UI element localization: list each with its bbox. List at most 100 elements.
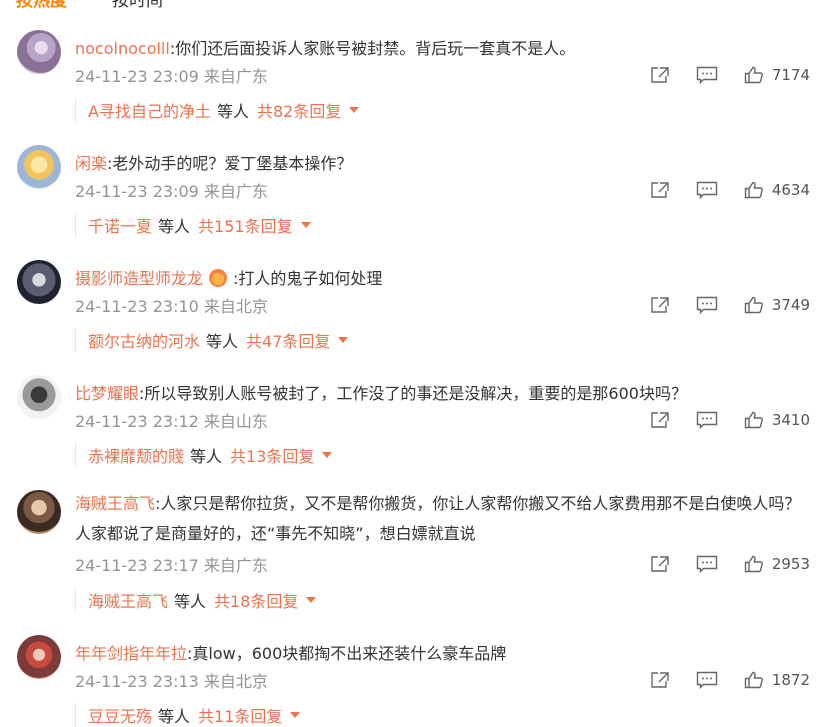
reply-count[interactable]: 共82条回复 — [257, 98, 341, 122]
avatar[interactable] — [17, 635, 61, 679]
comment-text: 摄影师造型师龙龙 :打人的鬼子如何处理 — [75, 266, 815, 292]
share-button[interactable] — [650, 671, 670, 689]
reply-button[interactable] — [696, 66, 718, 84]
like-button[interactable]: 4634 — [744, 181, 810, 199]
comment-item: 闲楽:老外动手的呢？爱丁堡基本操作？ 24-11-23 23:09 来自广东 4… — [0, 145, 830, 260]
reply-button[interactable] — [696, 181, 718, 199]
comment-username[interactable]: 海贼王高飞 — [75, 494, 155, 513]
reply-button[interactable] — [696, 296, 718, 314]
reply-etc-label: 等人 — [206, 332, 239, 351]
avatar[interactable] — [17, 260, 61, 304]
avatar[interactable] — [17, 375, 61, 419]
comment-text: 闲楽:老外动手的呢？爱丁堡基本操作？ — [75, 151, 815, 177]
like-button[interactable]: 1872 — [744, 671, 810, 689]
avatar[interactable] — [17, 490, 61, 534]
comment-username[interactable]: 闲楽 — [75, 154, 107, 173]
caret-down-icon[interactable] — [300, 222, 311, 228]
sort-by-hot-tab[interactable]: 按热度 — [16, 0, 67, 11]
comment-text: 年年剑指年年拉:真low，600块都掏不出来还装什么豪车品牌 — [75, 641, 815, 667]
reply-button[interactable] — [696, 671, 718, 689]
comment-text: 海贼王高飞:人家只是帮你拉货，又不是帮你搬货，你让人家帮你搬又不给人家费用那不是… — [75, 489, 815, 549]
like-button[interactable]: 2953 — [744, 555, 810, 573]
like-count: 1872 — [771, 671, 810, 689]
caret-down-icon[interactable] — [338, 337, 349, 343]
like-icon — [744, 66, 763, 84]
share-button[interactable] — [650, 181, 670, 199]
like-button[interactable]: 7174 — [744, 66, 810, 84]
reply-button[interactable] — [696, 411, 718, 429]
comment-body: :老外动手的呢？爱丁堡基本操作？ — [107, 154, 353, 173]
reply-count[interactable]: 共18条回复 — [214, 588, 298, 612]
comment-meta: 24-11-23 23:13 来自北京 — [75, 668, 268, 692]
replies-summary[interactable]: 海贼王高飞 等人 共18条回复 — [75, 588, 317, 612]
crown-badge-icon — [209, 269, 228, 287]
reply-etc-label: 等人 — [158, 217, 191, 236]
comment-actions: 7174 — [624, 63, 810, 87]
replies-summary[interactable]: 千诺一夏 等人 共151条回复 — [75, 213, 311, 237]
comment-username[interactable]: 比梦耀眼 — [75, 384, 139, 403]
share-button[interactable] — [650, 296, 670, 314]
comment-actions: 2953 — [624, 552, 810, 576]
reply-count[interactable]: 共47条回复 — [246, 328, 330, 352]
like-count: 2953 — [771, 555, 810, 573]
comment-actions: 3410 — [624, 408, 810, 432]
comment-actions: 4634 — [624, 178, 810, 202]
caret-down-icon[interactable] — [290, 712, 301, 718]
avatar[interactable] — [17, 145, 61, 189]
reply-count[interactable]: 共13条回复 — [230, 443, 314, 467]
reply-username[interactable]: A寻找自己的净土 — [88, 98, 211, 122]
like-icon — [744, 671, 763, 689]
comment-item: 海贼王高飞:人家只是帮你拉货，又不是帮你搬货，你让人家帮你搬又不给人家费用那不是… — [0, 490, 830, 625]
reply-username[interactable]: 赤裸靡颓的賤 — [88, 443, 184, 467]
like-button[interactable]: 3410 — [744, 411, 810, 429]
comment-username[interactable]: 摄影师造型师龙龙 — [75, 269, 203, 288]
comment-icon — [696, 411, 718, 429]
comment-date: 24-11-23 23:17 — [75, 556, 199, 575]
share-icon — [651, 182, 669, 198]
caret-down-icon[interactable] — [322, 452, 333, 458]
comment-item: 比梦耀眼:所以导致别人账号被封了，工作没了的事还是没解决，重要的是那600块吗？… — [0, 375, 830, 490]
caret-down-icon[interactable] — [306, 597, 317, 603]
like-count: 7174 — [771, 66, 810, 84]
comment-date: 24-11-23 23:10 — [75, 297, 199, 316]
replies-summary[interactable]: A寻找自己的净土 等人 共82条回复 — [75, 98, 360, 122]
share-button[interactable] — [650, 555, 670, 573]
comment-actions: 1872 — [624, 668, 810, 692]
reply-count[interactable]: 共11条回复 — [198, 703, 282, 727]
sort-by-time-tab[interactable]: 按时间 — [112, 0, 163, 11]
comment-body: :所以导致别人账号被封了，工作没了的事还是没解决，重要的是那600块吗？ — [139, 384, 687, 403]
reply-username[interactable]: 海贼王高飞 — [88, 588, 168, 612]
comment-meta: 24-11-23 23:17 来自广东 — [75, 552, 268, 576]
comment-date: 24-11-23 23:09 — [75, 67, 199, 86]
comment-username[interactable]: 年年剑指年年拉 — [75, 644, 187, 663]
comment-username[interactable]: nocolnocolll — [75, 39, 170, 58]
comment-item: nocolnocolll:你们还后面投诉人家账号被封禁。背后玩一套真不是人。 2… — [0, 30, 830, 145]
like-button[interactable]: 3749 — [744, 296, 810, 314]
comment-icon — [696, 296, 718, 314]
reply-username[interactable]: 千诺一夏 — [88, 213, 152, 237]
avatar[interactable] — [17, 30, 61, 74]
comment-meta: 24-11-23 23:12 来自山东 — [75, 408, 268, 432]
share-button[interactable] — [650, 66, 670, 84]
reply-count[interactable]: 共151条回复 — [198, 213, 293, 237]
reply-username[interactable]: 额尔古纳的河水 — [88, 328, 200, 352]
replies-summary[interactable]: 赤裸靡颓的賤 等人 共13条回复 — [75, 443, 333, 467]
reply-etc-label: 等人 — [174, 592, 207, 611]
comment-item: 摄影师造型师龙龙 :打人的鬼子如何处理 24-11-23 23:10 来自北京 3… — [0, 260, 830, 375]
replies-summary[interactable]: 豆豆无殇 等人 共11条回复 — [75, 703, 301, 727]
share-button[interactable] — [650, 411, 670, 429]
comment-date: 24-11-23 23:09 — [75, 182, 199, 201]
comment-source: 来自广东 — [203, 182, 268, 201]
share-icon — [651, 297, 669, 313]
replies-summary[interactable]: 额尔古纳的河水 等人 共47条回复 — [75, 328, 349, 352]
reply-button[interactable] — [696, 555, 718, 573]
comment-meta: 24-11-23 23:10 来自北京 — [75, 293, 268, 317]
comment-source: 来自北京 — [203, 297, 268, 316]
like-count: 3749 — [771, 296, 810, 314]
reply-username[interactable]: 豆豆无殇 — [88, 703, 152, 727]
comment-date: 24-11-23 23:13 — [75, 672, 199, 691]
comment-text: nocolnocolll:你们还后面投诉人家账号被封禁。背后玩一套真不是人。 — [75, 36, 815, 62]
caret-down-icon[interactable] — [349, 107, 360, 113]
comment-body: :打人的鬼子如何处理 — [233, 269, 383, 288]
comment-meta: 24-11-23 23:09 来自广东 — [75, 178, 268, 202]
